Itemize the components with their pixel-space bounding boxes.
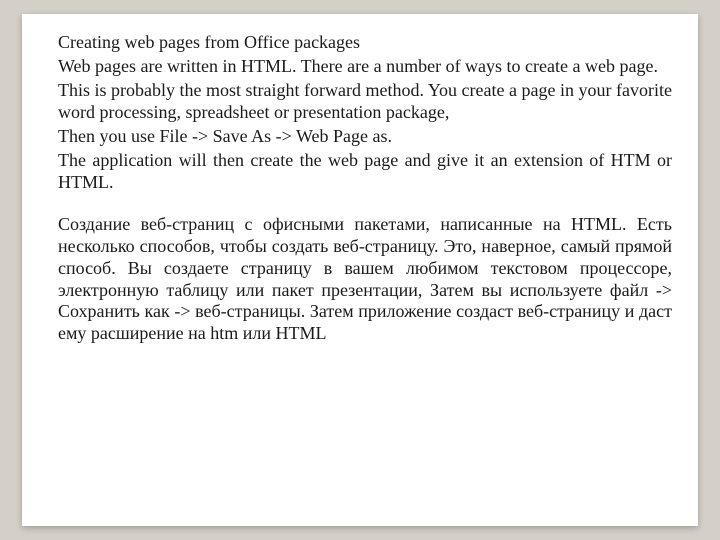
slide: Creating web pages from Office packages …: [22, 14, 698, 526]
en-paragraph-2: This is probably the most straight forwa…: [58, 80, 672, 124]
en-paragraph-4: The application will then create the web…: [58, 150, 672, 194]
en-paragraph-3: Then you use File -> Save As -> Web Page…: [58, 126, 672, 148]
ru-paragraph: Создание веб-страниц с офисными пакетами…: [58, 214, 672, 346]
en-title: Creating web pages from Office packages: [58, 32, 672, 54]
en-paragraph-1: Web pages are written in HTML. There are…: [58, 56, 672, 78]
section-gap: [58, 196, 672, 214]
